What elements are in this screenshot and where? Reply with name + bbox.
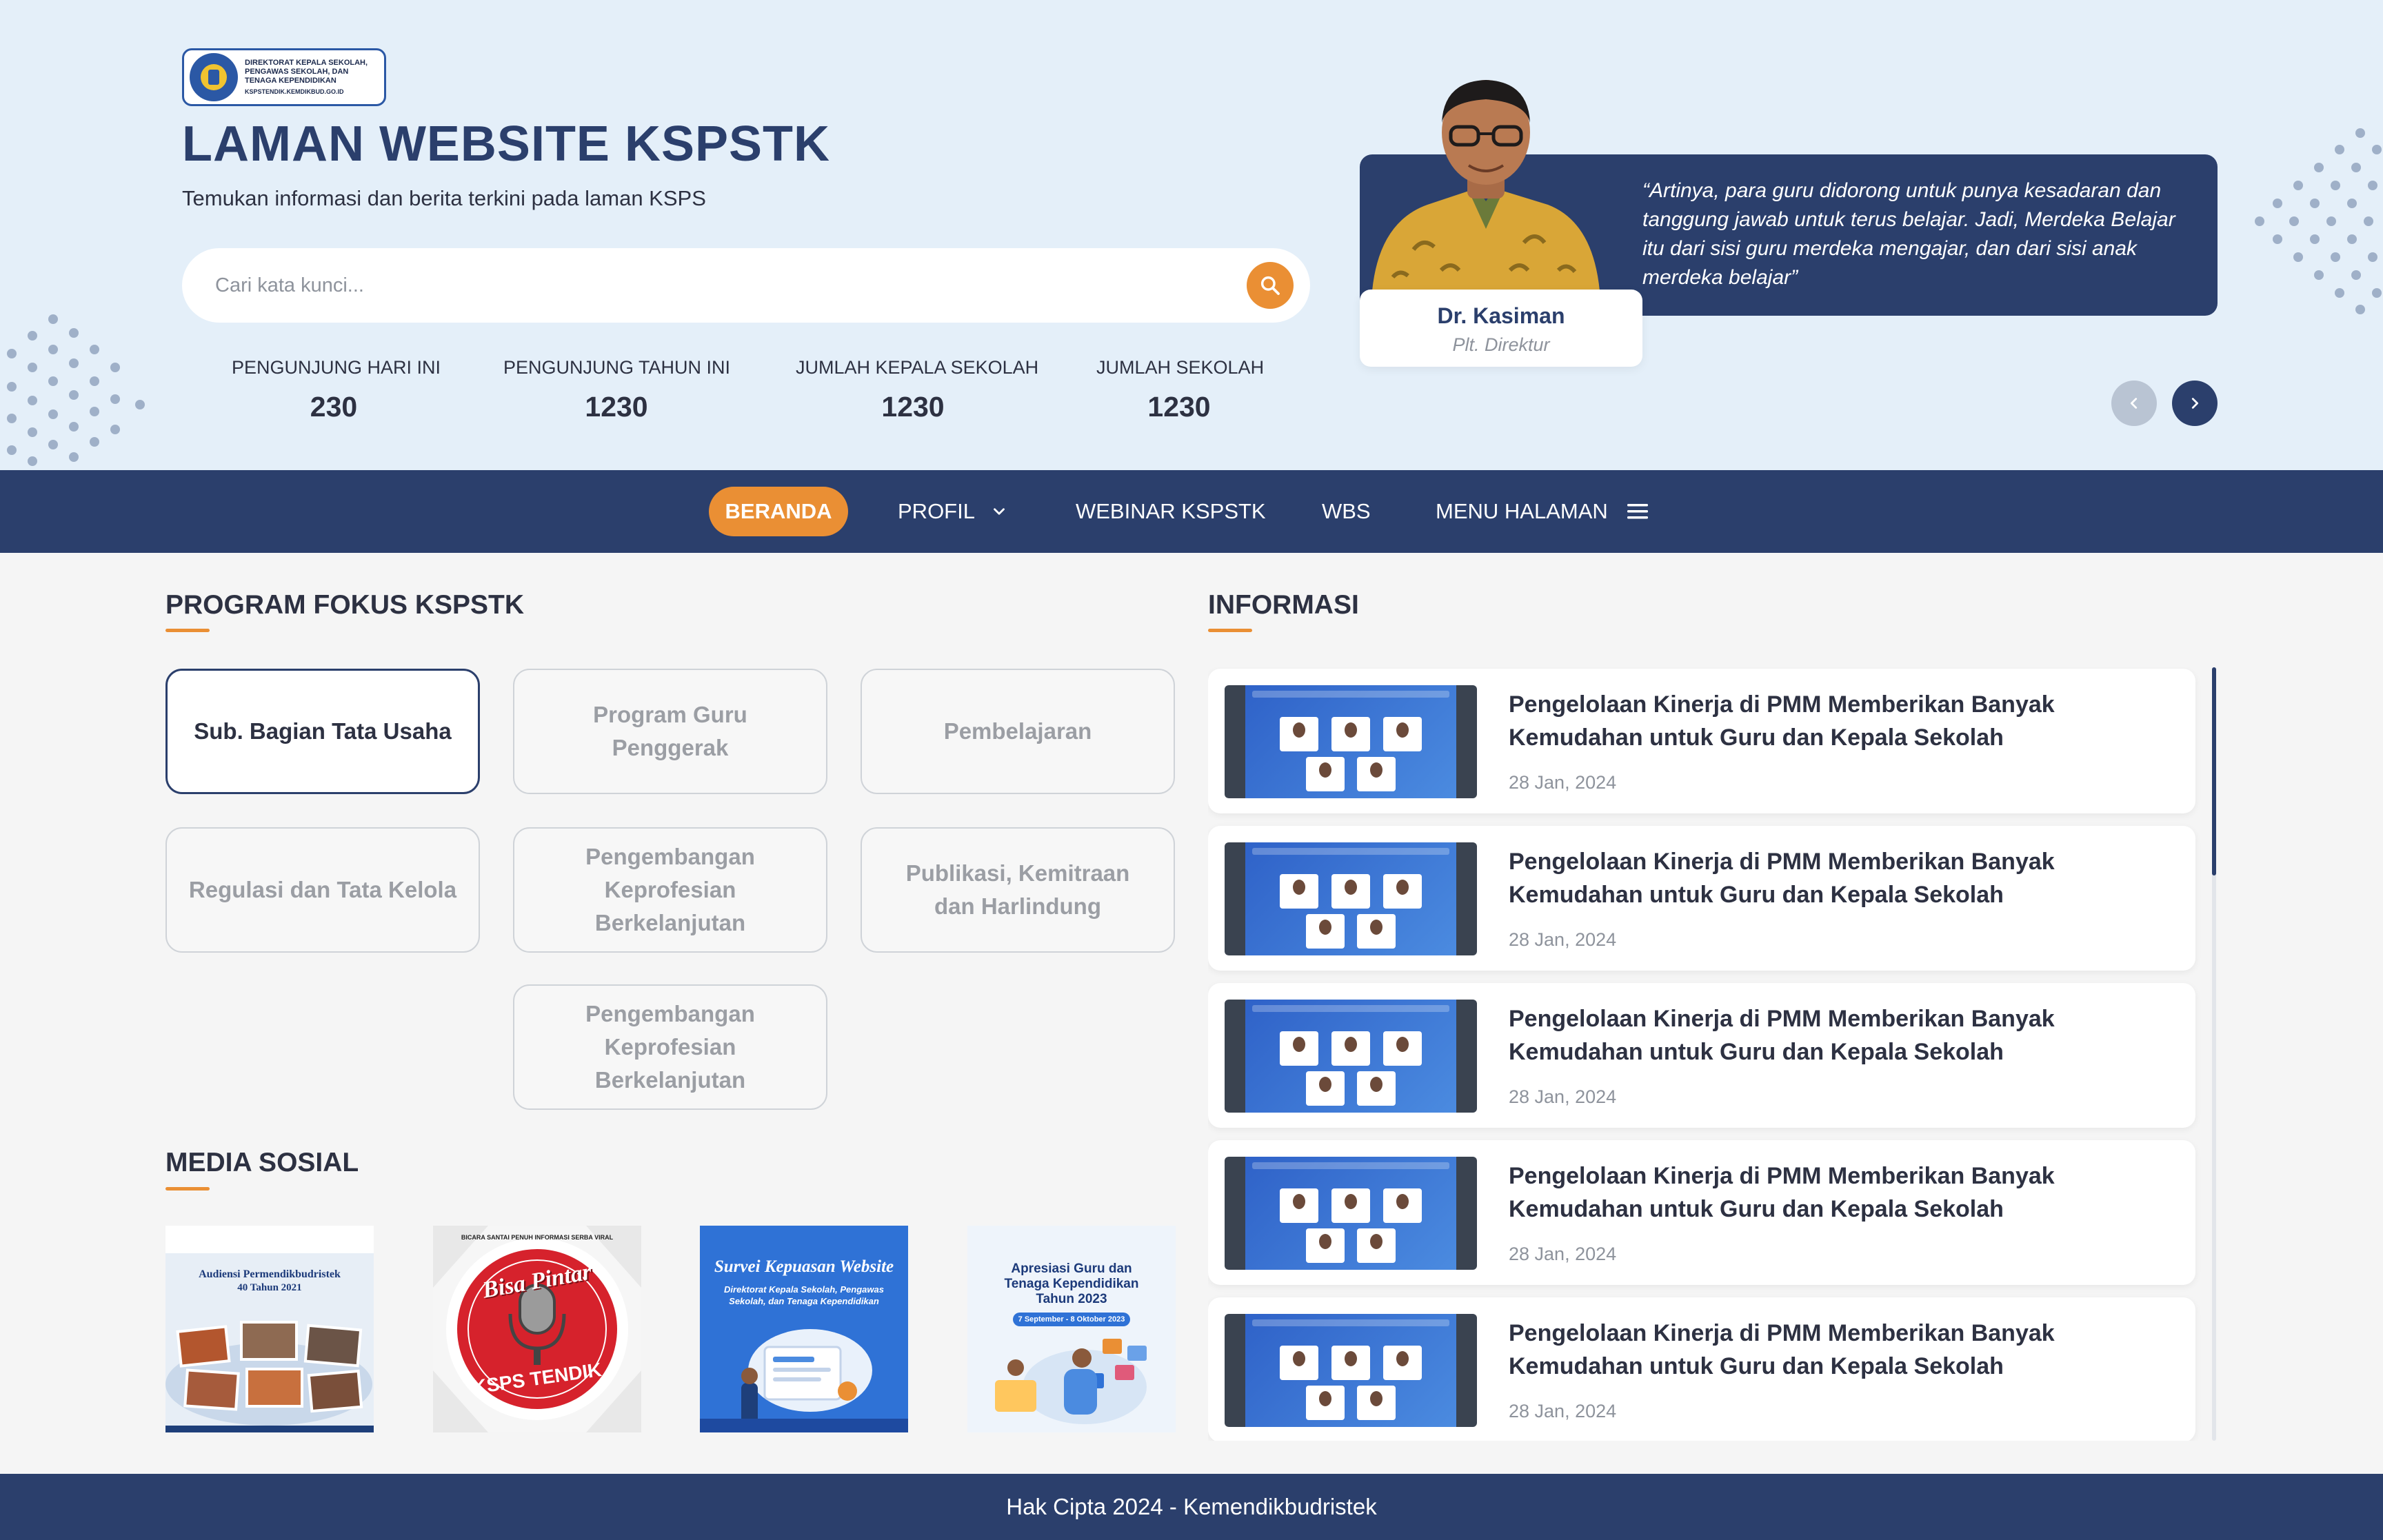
- hamburger-menu-icon: [1627, 504, 1648, 519]
- search-input[interactable]: [215, 269, 1208, 302]
- nav-item-profil[interactable]: PROFIL: [898, 470, 1008, 553]
- informasi-list[interactable]: Pengelolaan Kinerja di PMM Memberikan Ba…: [1208, 667, 2215, 1441]
- info-title: Pengelolaan Kinerja di PMM Memberikan Ba…: [1509, 1163, 2055, 1222]
- scrollbar-thumb[interactable]: [2212, 667, 2216, 875]
- info-title: Pengelolaan Kinerja di PMM Memberikan Ba…: [1509, 1006, 2055, 1065]
- info-thumbnail: [1225, 1000, 1477, 1113]
- program-card-regulasi[interactable]: Regulasi dan Tata Kelola: [165, 827, 480, 953]
- info-title: Pengelolaan Kinerja di PMM Memberikan Ba…: [1509, 849, 2055, 908]
- post-title: Survei Kepuasan Website: [714, 1257, 894, 1276]
- testimonial-role: Plt. Direktur: [1452, 334, 1550, 355]
- hero-section: DIREKTORAT KEPALA SEKOLAH, PENGAWAS SEKO…: [0, 0, 2383, 470]
- social-post-bisa-pintar[interactable]: Bisa Pintar KSPS TENDIK BICARA SANTAI PE…: [433, 1226, 641, 1432]
- section-title-underline: [165, 1187, 210, 1191]
- chevron-down-icon: [994, 508, 1005, 515]
- program-section-title: PROGRAM FOKUS KSPSTK: [165, 590, 525, 620]
- page-subtitle: Temukan informasi dan berita terkini pad…: [182, 186, 706, 210]
- testimonial-name: Dr. Kasiman: [1437, 303, 1565, 328]
- page-title: LAMAN WEBSITE KSPSTK: [182, 116, 831, 172]
- search-bar: [182, 248, 1310, 323]
- program-card-guru-penggerak[interactable]: Program Guru Penggerak: [513, 669, 827, 794]
- nav-item-webinar[interactable]: WEBINAR KSPSTK: [1076, 470, 1266, 553]
- social-post-apresiasi-gtk[interactable]: Apresiasi Guru dan Tenaga Kependidikan T…: [967, 1226, 1176, 1432]
- stat-label: JUMLAH SEKOLAH: [1096, 357, 1265, 378]
- program-card-pembelajaran[interactable]: Pembelajaran: [861, 669, 1175, 794]
- info-date: 28 Jan, 2024: [1509, 929, 1617, 950]
- carousel-prev-button[interactable]: [2111, 381, 2157, 426]
- info-item[interactable]: Pengelolaan Kinerja di PMM Memberikan Ba…: [1208, 983, 2195, 1128]
- stat-value: 1230: [881, 391, 945, 423]
- carousel-next-button[interactable]: [2172, 381, 2218, 426]
- informasi-scrollbar[interactable]: [2212, 667, 2216, 1441]
- site-logo[interactable]: DIREKTORAT KEPALA SEKOLAH, PENGAWAS SEKO…: [182, 48, 386, 106]
- info-title: Pengelolaan Kinerja di PMM Memberikan Ba…: [1509, 691, 2055, 751]
- testimonial-quote: “Artinya, para guru didorong untuk punya…: [1642, 179, 2175, 289]
- info-item[interactable]: Pengelolaan Kinerja di PMM Memberikan Ba…: [1208, 1297, 2195, 1441]
- chevron-left-icon: [2130, 398, 2138, 409]
- social-post-survei-kepuasan[interactable]: Survei Kepuasan Website Direktorat Kepal…: [700, 1226, 908, 1432]
- informasi-section-title: INFORMASI: [1208, 590, 1359, 620]
- info-date: 28 Jan, 2024: [1509, 1244, 1617, 1264]
- stat-principals-count: JUMLAH KEPALA SEKOLAH 1230: [796, 357, 1039, 423]
- info-item[interactable]: Pengelolaan Kinerja di PMM Memberikan Ba…: [1208, 1140, 2195, 1285]
- program-card-pkb[interactable]: Pengembangan Keprofesian Berkelanjutan: [513, 827, 827, 953]
- stat-label: PENGUNJUNG TAHUN INI: [503, 357, 731, 378]
- info-thumbnail: [1225, 1157, 1477, 1270]
- info-date: 28 Jan, 2024: [1509, 1401, 1617, 1421]
- logo-text: DIREKTORAT KEPALA SEKOLAH, PENGAWAS SEKO…: [245, 58, 368, 95]
- stat-value: 1230: [1147, 391, 1211, 423]
- social-post-audiensi[interactable]: Audiensi Permendikbudristek 40 Tahun 202…: [165, 1226, 374, 1432]
- post-subtitle: 40 Tahun 2021: [237, 1282, 302, 1293]
- search-icon: [1260, 276, 1280, 295]
- copyright-text: Hak Cipta 2024 - Kemendikbudristek: [1006, 1494, 1377, 1519]
- info-title: Pengelolaan Kinerja di PMM Memberikan Ba…: [1509, 1320, 2055, 1379]
- post-title: Audiensi Permendikbudristek: [199, 1268, 341, 1280]
- tut-wuri-handayani-emblem: [190, 53, 238, 101]
- info-item[interactable]: Pengelolaan Kinerja di PMM Memberikan Ba…: [1208, 669, 2195, 813]
- stat-label: PENGUNJUNG HARI INI: [232, 357, 441, 378]
- stat-visitors-year: PENGUNJUNG TAHUN INI 1230: [503, 357, 730, 423]
- media-section-title: MEDIA SOSIAL: [165, 1148, 359, 1177]
- stat-value: 230: [310, 391, 358, 423]
- info-thumbnail: [1225, 685, 1477, 798]
- post-ring-text: BICARA SANTAI PENUH INFORMASI SERBA VIRA…: [461, 1234, 614, 1241]
- info-date: 28 Jan, 2024: [1509, 772, 1617, 793]
- section-title-underline: [1208, 629, 1252, 632]
- stat-value: 1230: [585, 391, 648, 423]
- decorative-dots-right: [2255, 124, 2383, 324]
- nav-item-beranda[interactable]: BERANDA: [709, 487, 848, 536]
- post-subtitle: 7 September - 8 Oktober 2023: [1013, 1313, 1130, 1326]
- stat-visitors-today: PENGUNJUNG HARI INI 230: [232, 357, 441, 423]
- post-subtitle: Direktorat Kepala Sekolah, Pengawas Seko…: [724, 1284, 884, 1306]
- chevron-right-icon: [2191, 398, 2199, 409]
- main-nav: BERANDA PROFIL WEBINAR KSPSTK WBS MENU H…: [0, 470, 2383, 553]
- footer: Hak Cipta 2024 - Kemendikbudristek: [0, 1474, 2383, 1540]
- post-title: Apresiasi Guru dan Tenaga Kependidikan T…: [1004, 1262, 1139, 1306]
- program-card-publikasi[interactable]: Publikasi, Kemitraan dan Harlindung: [861, 827, 1175, 953]
- director-portrait: [1365, 63, 1607, 291]
- info-item[interactable]: Pengelolaan Kinerja di PMM Memberikan Ba…: [1208, 826, 2195, 971]
- search-button[interactable]: [1247, 262, 1294, 309]
- nav-item-wbs[interactable]: WBS: [1322, 470, 1371, 553]
- program-card-pkb-2[interactable]: Pengembangan Keprofesian Berkelanjutan: [513, 984, 827, 1110]
- decorative-dots-left: [0, 310, 159, 469]
- info-date: 28 Jan, 2024: [1509, 1086, 1617, 1107]
- info-thumbnail: [1225, 1314, 1477, 1427]
- testimonial-name-card: Dr. Kasiman Plt. Direktur: [1360, 290, 1642, 367]
- stat-schools-count: JUMLAH SEKOLAH 1230: [1096, 357, 1265, 423]
- stat-label: JUMLAH KEPALA SEKOLAH: [796, 357, 1039, 378]
- info-thumbnail: [1225, 842, 1477, 955]
- nav-item-menu-halaman[interactable]: MENU HALAMAN: [1436, 470, 1649, 553]
- section-title-underline: [165, 629, 210, 632]
- program-card-tata-usaha[interactable]: Sub. Bagian Tata Usaha: [165, 669, 480, 794]
